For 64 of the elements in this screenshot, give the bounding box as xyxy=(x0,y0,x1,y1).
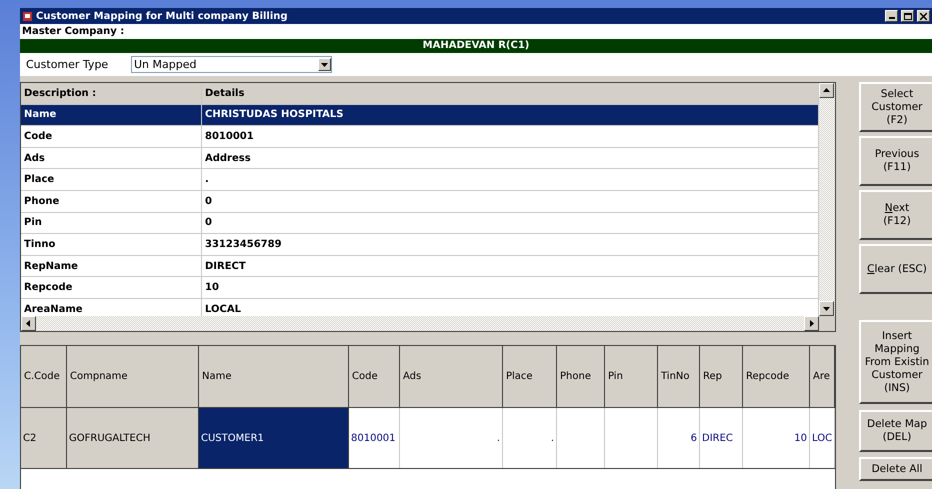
company-banner: MAHADEVAN R(C1) xyxy=(20,39,932,53)
column-header: Place xyxy=(503,346,557,407)
left-arrow-icon xyxy=(25,320,32,327)
column-header: Rep xyxy=(700,346,743,407)
table-cell[interactable]: CUSTOMER1 xyxy=(199,408,349,468)
column-header: Pin xyxy=(605,346,658,407)
action-button[interactable]: Delete Map (DEL) xyxy=(859,410,932,452)
action-button[interactable]: Previous (F11) xyxy=(859,136,932,186)
details-row[interactable]: Code 8010001 xyxy=(21,126,819,148)
horizontal-scrollbar[interactable] xyxy=(21,316,819,331)
field-name: Name xyxy=(21,104,202,126)
customer-type-label: Customer Type xyxy=(26,58,110,71)
close-icon xyxy=(920,12,927,20)
table-cell[interactable]: 8010001 xyxy=(349,408,400,468)
customer-type-dropdown[interactable]: Un Mapped xyxy=(131,56,332,73)
field-name: Phone xyxy=(21,190,202,212)
master-company-label: Master Company : xyxy=(20,24,932,39)
minimize-button[interactable] xyxy=(885,10,898,22)
field-name: Tinno xyxy=(21,234,202,255)
column-header: Are xyxy=(810,346,835,407)
field-name: Place xyxy=(21,169,202,190)
action-button[interactable]: Next (F12) xyxy=(859,190,932,240)
details-row[interactable]: RepName DIRECT xyxy=(21,256,819,278)
maximize-button[interactable] xyxy=(901,10,914,22)
action-button[interactable]: Insert Mapping From Existin Customer (INS) xyxy=(859,320,932,404)
scrollbar-corner xyxy=(819,316,835,331)
details-row[interactable]: Pin 0 xyxy=(21,212,819,234)
table-cell[interactable]: C2 xyxy=(21,408,67,468)
field-name: Pin xyxy=(21,212,202,234)
column-header: Phone xyxy=(557,346,605,407)
column-header: C.Code xyxy=(21,346,67,407)
table-cell[interactable]: GOFRUGALTECH xyxy=(67,408,199,468)
window-title: Customer Mapping for Multi company Billing xyxy=(36,10,289,22)
vertical-scrollbar[interactable] xyxy=(819,83,835,316)
column-header: Compname xyxy=(67,346,199,407)
down-arrow-icon xyxy=(823,305,830,312)
right-arrow-icon xyxy=(808,320,815,327)
details-row[interactable]: AreaName LOCAL xyxy=(21,298,819,316)
column-header: Code xyxy=(349,346,400,407)
action-button[interactable]: Clear (ESC) xyxy=(859,244,932,294)
up-arrow-icon xyxy=(823,87,830,94)
field-name: RepName xyxy=(21,256,202,276)
details-row[interactable]: Name CHRISTUDAS HOSPITALS xyxy=(21,104,819,126)
details-row[interactable]: Tinno 33123456789 xyxy=(21,234,819,256)
action-button[interactable]: Select Customer (F2) xyxy=(859,82,932,132)
maximize-icon xyxy=(904,12,912,20)
column-header: Repcode xyxy=(743,346,810,407)
action-button[interactable]: Delete All xyxy=(859,457,932,481)
close-button[interactable] xyxy=(917,10,930,22)
field-name: Repcode xyxy=(21,277,202,298)
details-row[interactable]: Ads Address xyxy=(21,148,819,170)
table-cell[interactable]: LOC xyxy=(810,408,835,468)
column-header: Description : xyxy=(21,83,202,104)
app-icon xyxy=(22,10,33,22)
column-header: Ads xyxy=(400,346,503,407)
field-name: Ads xyxy=(21,148,202,168)
column-header: Name xyxy=(199,346,349,407)
dropdown-arrow-icon xyxy=(321,61,328,68)
details-row[interactable]: Place . xyxy=(21,169,819,191)
field-name: Code xyxy=(21,126,202,147)
column-header: TinNo xyxy=(658,346,700,407)
table-cell[interactable]: DIREC xyxy=(700,408,743,468)
details-row[interactable]: Repcode 10 xyxy=(21,277,819,299)
details-row[interactable]: Phone 0 xyxy=(21,190,819,213)
